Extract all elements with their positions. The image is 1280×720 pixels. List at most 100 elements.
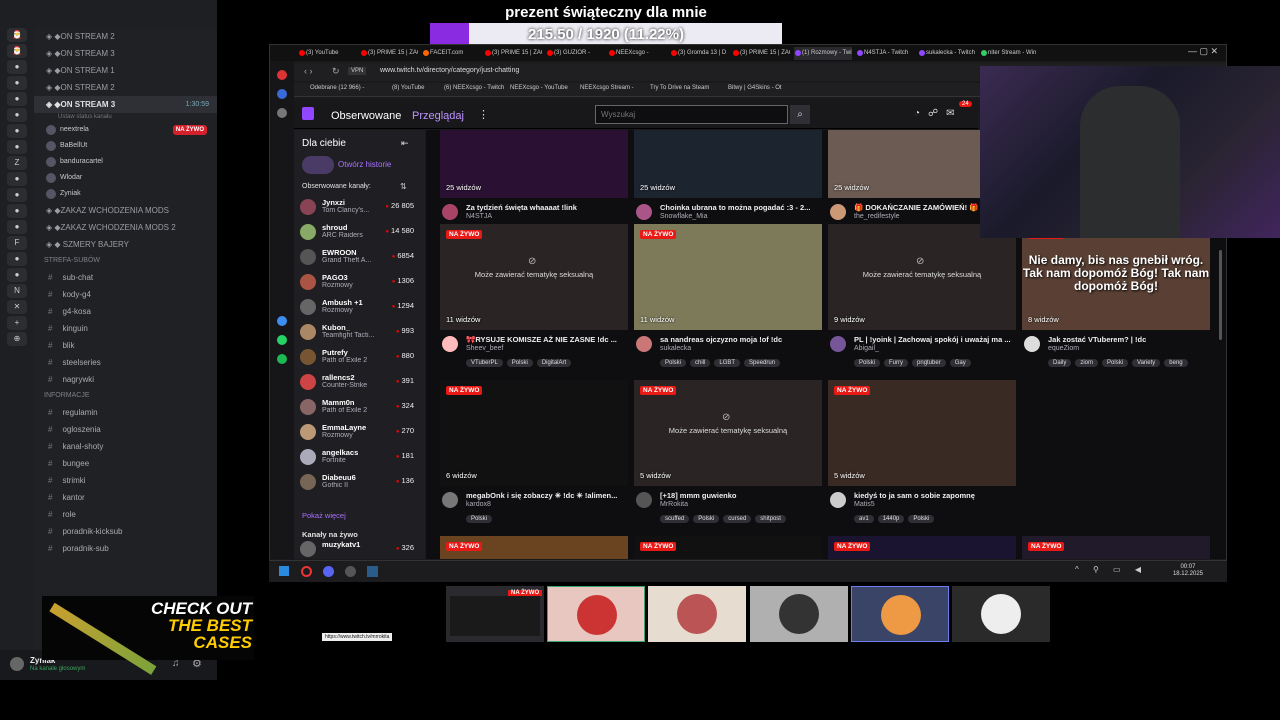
server-icon[interactable]: ● [7,172,27,186]
tag[interactable]: Furry [884,359,909,367]
server-icon[interactable]: ● [7,268,27,282]
browser-tab[interactable]: (3) PRIME 15 | ZAC [484,47,542,60]
opera-taskbar-icon[interactable] [301,566,312,577]
tag[interactable]: scuffed [660,515,690,523]
streamer-name[interactable]: kardox8 [466,501,491,508]
stream-thumbnail[interactable]: NA ŻYWO [440,536,628,559]
vpn-badge[interactable]: VPN [348,67,367,75]
voice-tile-screen[interactable]: NA ŻYWO [446,586,544,642]
voice-tile[interactable] [547,586,645,642]
browser-tab[interactable]: (3) PRIME 15 | ZAC [732,47,790,60]
streamer-avatar[interactable] [636,204,652,220]
sidebar-channel[interactable]: EmmaLayneRozmowy 270 [300,421,420,445]
browser-tab[interactable]: NEEXcsgo - [608,47,666,60]
stream-thumbnail[interactable]: ⊘ Może zawierać tematykę seksualną 9 widzó… [828,224,1016,330]
opera-icon[interactable] [277,70,287,80]
obs-taskbar-icon[interactable] [345,566,356,577]
search-icon[interactable]: ⌕ [790,105,810,124]
sidebar-channel[interactable]: JynxziTom Clancy's... 26 805 [300,196,420,220]
server-icon[interactable]: ✕ [7,300,27,314]
stream-title[interactable]: 🎀RYSUJE KOMISZE AŻ NIE ZASNE !dc ... [466,335,626,344]
server-icon[interactable]: Z [7,156,27,170]
window-controls[interactable]: — ▢ ✕ [1188,46,1218,57]
streamer-avatar[interactable] [636,492,652,508]
text-channel[interactable]: # kody-g4 [34,286,217,303]
streamer-avatar[interactable] [442,492,458,508]
stream-title[interactable]: Za tydzień święta whaaaat !link [466,203,626,212]
nav-following[interactable]: Obserwowane [331,110,401,122]
stream-thumbnail[interactable]: NA ŻYWO [828,536,1016,559]
stream-thumbnail[interactable]: NA ŻYWONie damy, bis nas gnebił wróg. Ta… [1022,224,1210,330]
system-tray-icons[interactable]: ^ ⚲ ▭ ◀ [1075,565,1147,574]
tag[interactable]: Speedrun [744,359,781,367]
nav-browse[interactable]: Przeglądaj [412,110,464,122]
scrollbar[interactable] [1219,250,1222,340]
tag[interactable]: Daily [1048,359,1072,367]
sidebar-channel[interactable]: EWROONGrand Theft A... 6854 [300,246,420,270]
voice-user[interactable]: BaBellUt [34,138,217,154]
text-channel[interactable]: # g4-kosa [34,303,217,320]
sidebar-channel[interactable]: muzykatv1 326 [300,538,420,562]
server-icon[interactable]: + [7,316,27,330]
sidebar-channel[interactable]: rallencs2Counter-Strike 391 [300,371,420,395]
reload-icon[interactable]: ↻ [332,66,340,77]
voice-user[interactable]: banduracartel [34,154,217,170]
bookmark[interactable]: (8) YouTube [392,85,424,91]
streamer-avatar[interactable] [830,204,846,220]
server-icon[interactable]: F [7,236,27,250]
server-icon[interactable]: ● [7,76,27,90]
avatar[interactable] [10,657,24,671]
stream-thumbnail[interactable]: NA ŻYWO ⊘ Może zawierać tematykę seksualną… [440,224,628,330]
server-icon[interactable]: ● [7,188,27,202]
discord-taskbar-icon[interactable] [323,566,334,577]
stream-title[interactable]: PL | !yoink | Zachowaj spokój i uważaj m… [854,335,1014,344]
tag[interactable]: Polski [660,359,687,367]
case-ad-banner[interactable]: CHECK OUT THE BEST CASES [42,596,254,675]
streamer-name[interactable]: Abigail_ [854,345,879,352]
category-header[interactable]: STREFA-SUBÓW [34,253,217,269]
voice-channel[interactable]: ◈ ◆ON STREAM 1 [34,62,217,79]
bookmark[interactable]: (6) NEEXcsgo - Twitch [444,85,504,91]
tag[interactable]: Variety [1132,359,1161,367]
tag[interactable]: ziom [1075,359,1099,367]
stream-title[interactable]: [+18] mmm guwienko [660,491,820,500]
sort-icon[interactable]: ⇅ [400,182,407,191]
text-channel[interactable]: # regulamin [34,404,217,421]
text-channel[interactable]: # ogloszenia [34,421,217,438]
tag[interactable]: av1 [854,515,874,523]
voice-channel[interactable]: ◈ ◆ON STREAM 2 [34,28,217,45]
text-channel[interactable]: # poradnik-sub [34,540,217,557]
browser-tab[interactable]: (3) GUZIOR - [546,47,604,60]
voice-tile[interactable] [851,586,949,642]
sidebar-channel[interactable]: Ambush +1Rozmowy 1294 [300,296,420,320]
browser-tab[interactable]: N4STJA - Twitch [856,47,914,60]
streamer-name[interactable]: N4STJA [466,213,492,220]
search-input[interactable] [595,105,788,124]
text-channel[interactable]: # poradnik-kicksub [34,523,217,540]
text-channel[interactable]: # kantor [34,489,217,506]
server-icon[interactable]: ● [7,60,27,74]
text-channel[interactable]: # sub-chat [34,269,217,286]
stream-thumbnail[interactable]: NA ŻYWO ⊘ Może zawierać tematykę seksualną… [634,380,822,486]
streamer-avatar[interactable] [1024,336,1040,352]
streamer-name[interactable]: sukalecka [660,345,691,352]
bookmark[interactable]: Bitwy | G4Skins - Ot [728,85,782,91]
server-icon[interactable]: ● [7,220,27,234]
streamer-name[interactable]: Matis5 [854,501,875,508]
text-channel[interactable]: # blik [34,337,217,354]
voice-tile[interactable] [648,586,746,642]
sidebar-channel[interactable]: Mamm0nPath of Exile 2 324 [300,396,420,420]
voice-tile[interactable] [750,586,848,642]
text-channel[interactable]: # strimki [34,472,217,489]
streamer-name[interactable]: Snowflake_Mia [660,213,707,220]
server-icon[interactable]: ● [7,108,27,122]
bell-icon[interactable] [277,108,287,118]
tag[interactable]: DigitalArt [536,359,572,367]
bookmark[interactable]: Try To Drive na Steam [650,85,709,91]
browser-tab[interactable]: (3) YouTube [298,47,356,60]
stream-thumbnail[interactable]: NA ŻYWO 11 widzów [634,224,822,330]
taskbar-clock[interactable]: 00:07 18.12.2025 [1173,564,1203,578]
stream-thumbnail[interactable]: NA ŻYWO [1022,536,1210,559]
tag[interactable]: LGBT [714,359,741,367]
tag[interactable]: shitpost [755,515,786,523]
